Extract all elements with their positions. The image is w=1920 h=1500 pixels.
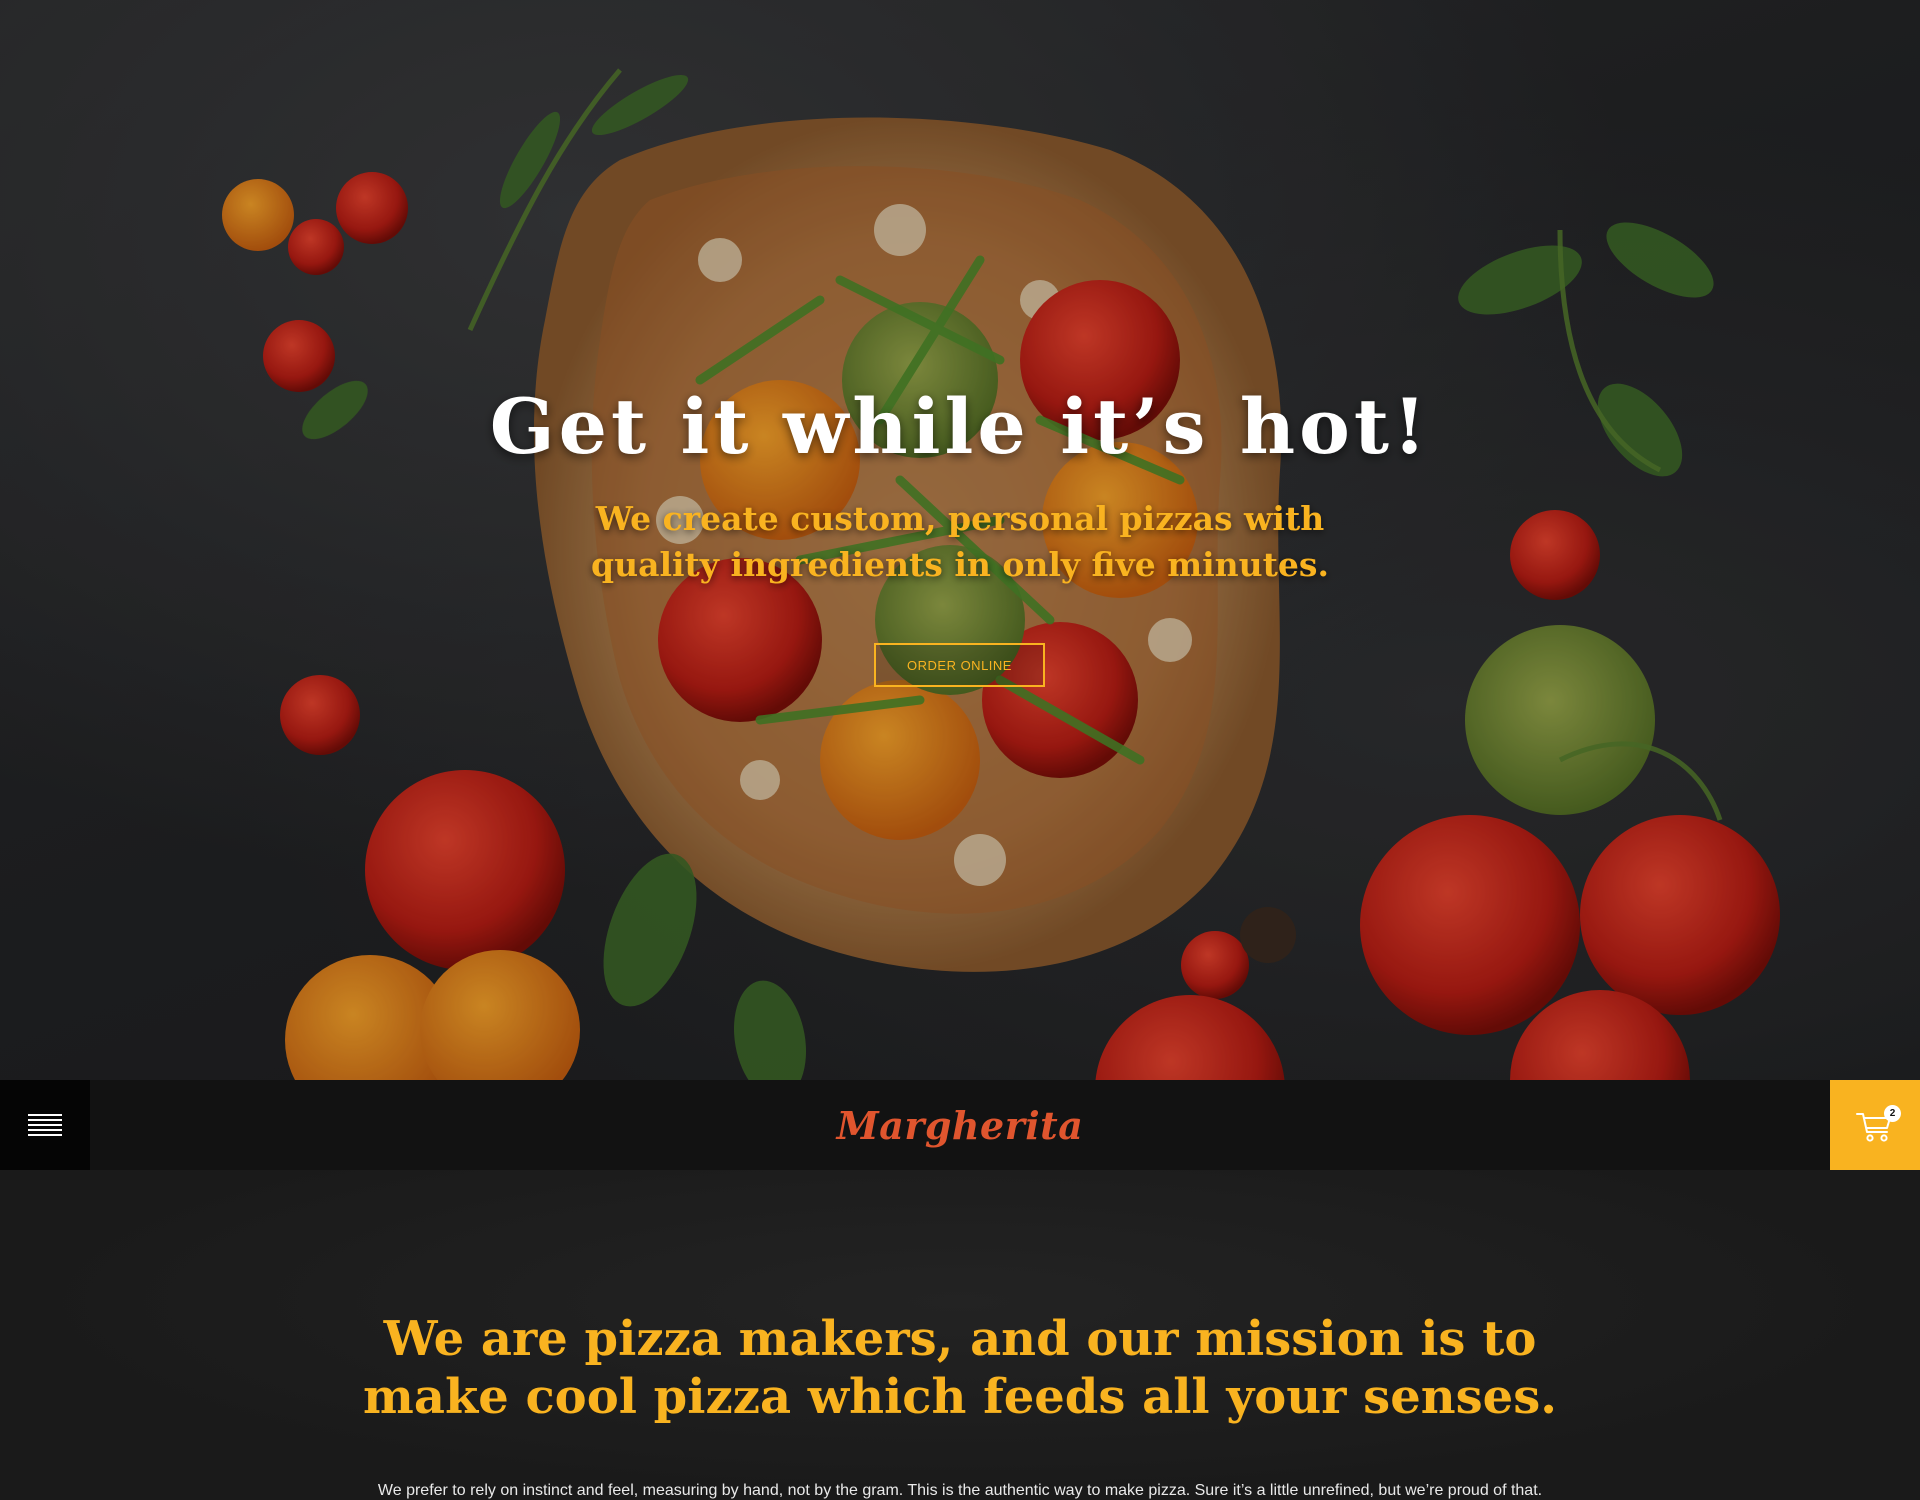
main-navbar: Margherita 2 <box>0 1080 1920 1170</box>
hero-section: Get it while it’s hot! We create custom,… <box>0 0 1920 1080</box>
site-logo[interactable]: Margherita <box>0 1080 1920 1170</box>
mission-heading: We are pizza makers, and our mission is … <box>363 1311 1557 1425</box>
about-section: We are pizza makers, and our mission is … <box>0 1170 1920 1500</box>
order-online-button[interactable]: ORDER ONLINE <box>874 643 1045 687</box>
mission-text: We prefer to rely on instinct and feel, … <box>377 1482 1543 1499</box>
cart-count-badge: 2 <box>1884 1105 1901 1122</box>
cart-button[interactable]: 2 <box>1830 1080 1920 1170</box>
hero-title: Get it while it’s hot! <box>489 382 1431 471</box>
hero-subtitle: We create custom, personal pizzas with q… <box>591 499 1329 584</box>
